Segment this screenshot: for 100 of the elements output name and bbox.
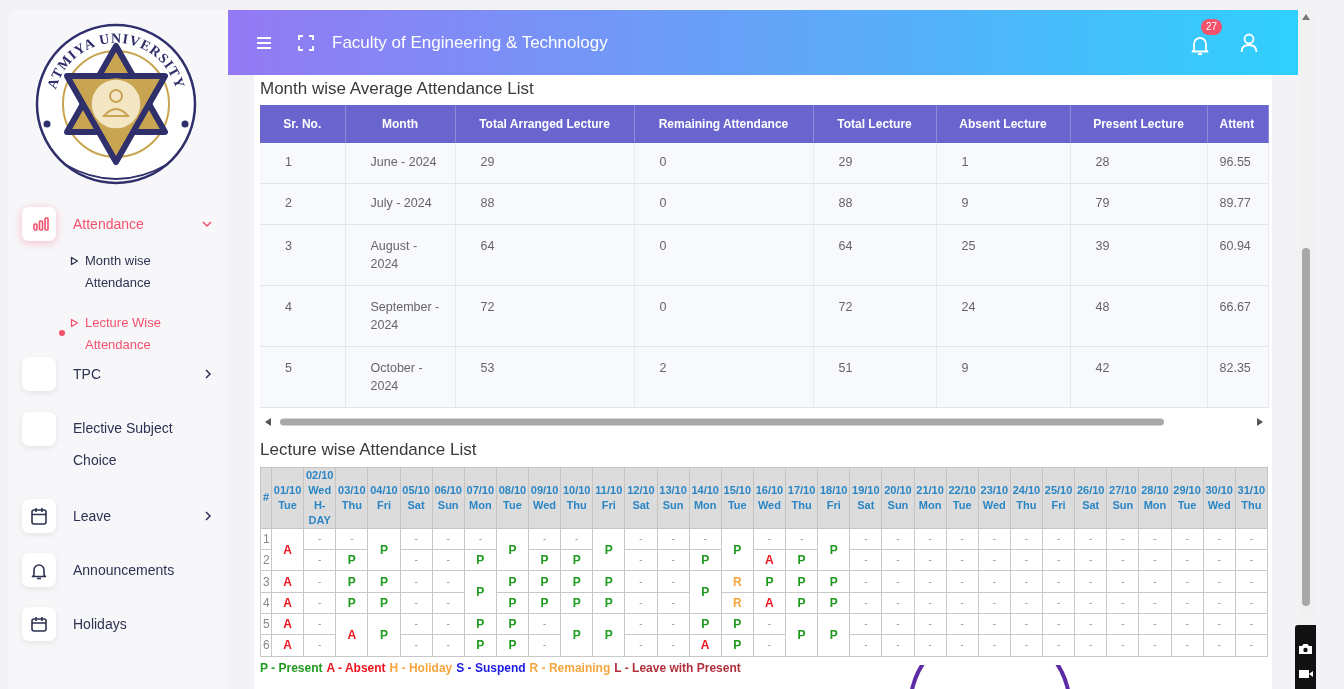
table-cell: 2 (260, 183, 345, 225)
sidebar-item[interactable]: Leave (73, 500, 112, 532)
column-header: 03/10 Thu (335, 467, 368, 529)
row-number: 6 (260, 634, 272, 657)
table-cell: 3 (260, 224, 345, 286)
table-cell: 64 (455, 224, 634, 286)
column-header: 13/10 Sun (657, 467, 690, 529)
attendance-mark: A (271, 528, 304, 571)
table-cell: 1 (260, 143, 345, 184)
table-cell: 29 (455, 143, 634, 184)
icon-tile[interactable] (22, 207, 56, 241)
column-header: 02/10 Wed H-DAY (303, 467, 336, 529)
legend-item: S - Suspend (456, 659, 526, 677)
notification-count: 27 (1200, 18, 1222, 35)
column-header: Attent (1207, 105, 1268, 144)
section-title: Month wise Average Attendance List (260, 79, 535, 100)
table-cell: August - 2024 (345, 224, 455, 286)
column-header: Absent Lecture (936, 105, 1070, 144)
column-header: 22/10 Tue (946, 467, 979, 529)
table-cell: 0 (634, 285, 813, 347)
column-header: 14/10 Mon (689, 467, 722, 529)
table-cell: 0 (634, 183, 813, 225)
triangle-icon (70, 318, 79, 328)
table-cell: 0 (634, 224, 813, 286)
table-cell: 79 (1070, 183, 1207, 225)
table-cell: 66.67 (1207, 285, 1268, 347)
table-cell: 9 (936, 346, 1070, 408)
icon-tile[interactable] (22, 499, 56, 533)
column-header: 20/10 Sun (881, 467, 914, 529)
row-number: 4 (260, 592, 272, 614)
attendance-mark: A (335, 613, 368, 657)
table-cell: 24 (936, 285, 1070, 347)
column-header: Sr. No. (260, 105, 345, 144)
icon-tile[interactable] (22, 607, 56, 641)
column-header: 15/10 Tue (721, 467, 754, 529)
table-cell: 0 (634, 143, 813, 184)
row-number: 2 (260, 549, 272, 571)
column-header: 26/10 Sat (1074, 467, 1107, 529)
attendance-mark: P (592, 528, 625, 571)
table-cell: 5 (260, 346, 345, 408)
column-header: Remaining Attendance (634, 105, 813, 144)
table-cell: 25 (936, 224, 1070, 286)
table-cell: June - 2024 (345, 143, 455, 184)
submenu-item[interactable]: Month wise Attendance (85, 250, 185, 294)
table-cell: 29 (813, 143, 936, 184)
column-header: 18/10 Fri (817, 467, 850, 529)
table-cell: 2 (634, 346, 813, 408)
column-header: 28/10 Mon (1138, 467, 1171, 529)
column-header: 06/10 Sun (432, 467, 465, 529)
column-header: 27/10 Sun (1106, 467, 1139, 529)
sidebar-item[interactable]: TPC (73, 358, 101, 390)
column-header: Total Lecture (813, 105, 936, 144)
user-icon[interactable] (1240, 32, 1258, 53)
column-header: 05/10 Sat (400, 467, 433, 529)
camera-icon[interactable] (1298, 643, 1313, 655)
legend-item: P - Present (260, 659, 323, 677)
table-cell: 9 (936, 183, 1070, 225)
legend-item: R - Remaining (529, 659, 611, 677)
column-header: 10/10 Thu (560, 467, 593, 529)
table-cell: 72 (813, 285, 936, 347)
column-header: Present Lecture (1070, 105, 1207, 144)
table-cell: 88 (455, 183, 634, 225)
column-header: 23/10 Wed (978, 467, 1011, 529)
fullscreen-icon[interactable] (298, 34, 314, 51)
sidebar-item[interactable]: Elective Subject Choice (73, 412, 193, 476)
column-header: 04/10 Fri (367, 467, 400, 529)
column-header: 08/10 Tue (496, 467, 529, 529)
column-header: 16/10 Wed (753, 467, 786, 529)
attendance-mark: P (689, 570, 722, 614)
sidebar-item[interactable]: Holidays (73, 608, 127, 640)
menu-icon[interactable] (256, 35, 272, 50)
calendar-icon (28, 614, 50, 634)
column-header: 09/10 Wed (528, 467, 561, 529)
attendance-mark: P (817, 528, 850, 571)
attendance-mark: P (496, 528, 529, 571)
bell-icon[interactable] (1190, 35, 1210, 56)
sidebar-item[interactable]: Announcements (73, 554, 175, 586)
table-cell: 60.94 (1207, 224, 1268, 286)
attendance-mark: P (785, 613, 818, 657)
table-cell: September - 2024 (345, 285, 455, 347)
column-header: 21/10 Mon (914, 467, 947, 529)
attendance-mark: P (464, 570, 497, 614)
table-cell: 89.77 (1207, 183, 1268, 225)
attendance-mark: P (560, 613, 593, 657)
column-header: 07/10 Mon (464, 467, 497, 529)
table-cell: October - 2024 (345, 346, 455, 408)
legend-item: H - Holiday (389, 659, 453, 677)
video-camera-icon[interactable] (1298, 668, 1314, 680)
table-cell: 4 (260, 285, 345, 347)
table-cell: 53 (455, 346, 634, 408)
table-cell: 51 (813, 346, 936, 408)
table-cell: 48 (1070, 285, 1207, 347)
attendance-mark: P (721, 528, 754, 571)
attendance-mark: P (367, 528, 400, 571)
legend-item: L - Leave with Present (614, 659, 741, 677)
icon-tile[interactable] (22, 553, 56, 587)
column-header: Month (345, 105, 455, 144)
section-title: Lecture wise Attendance List (260, 440, 478, 461)
column-header: # (260, 467, 272, 529)
column-header: 12/10 Sat (624, 467, 657, 529)
